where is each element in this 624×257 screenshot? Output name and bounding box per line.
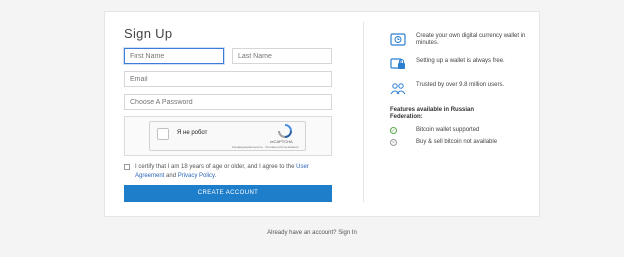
recaptcha-logo-icon [278,124,292,138]
feature-text-3: Trusted by over 9.8 million users. [416,82,505,88]
column-divider [363,22,364,202]
sign-in-link[interactable]: Sign In [338,230,357,236]
terms-suffix: . [214,173,217,179]
first-name-field[interactable] [124,48,224,64]
russia-features-heading: Features available in Russian Federation… [390,107,475,120]
recaptcha-brand: reCAPTCHA [270,139,293,144]
terms-prefix: I certify that I am 18 years of age or o… [135,164,295,170]
privacy-policy-link[interactable]: Privacy Policy [178,173,215,179]
password-field[interactable] [124,94,332,110]
recaptcha-checkbox[interactable] [157,128,169,140]
wallet-screen-icon [390,33,406,46]
terms-text: I certify that I am 18 years of age or o… [135,163,335,181]
russia-item-1: Bitcoin wallet supported [416,127,480,133]
email-field[interactable] [124,71,332,87]
russia-item-2: Buy & sell bitcoin not available [416,139,498,145]
feature-text-1: Create your own digital currency wallet … [416,33,526,46]
create-account-button[interactable]: CREATE ACCOUNT [124,185,332,202]
signin-prompt: Already have an account? Sign In [0,230,624,236]
secure-wallet-icon [390,58,405,69]
x-circle-icon: × [390,139,397,146]
terms-checkbox[interactable] [124,164,130,170]
users-group-icon [390,83,406,95]
recaptcha-label: Я не робот [177,130,208,136]
last-name-field[interactable] [232,48,332,64]
check-circle-icon: ✓ [390,127,397,134]
page-title: Sign Up [124,26,173,41]
recaptcha-links[interactable]: Конфиденциальность - Условия использован… [232,145,298,149]
signin-prompt-text: Already have an account? [267,230,337,236]
terms-and: and [166,173,177,179]
feature-text-2: Setting up a wallet is always free. [416,58,505,64]
